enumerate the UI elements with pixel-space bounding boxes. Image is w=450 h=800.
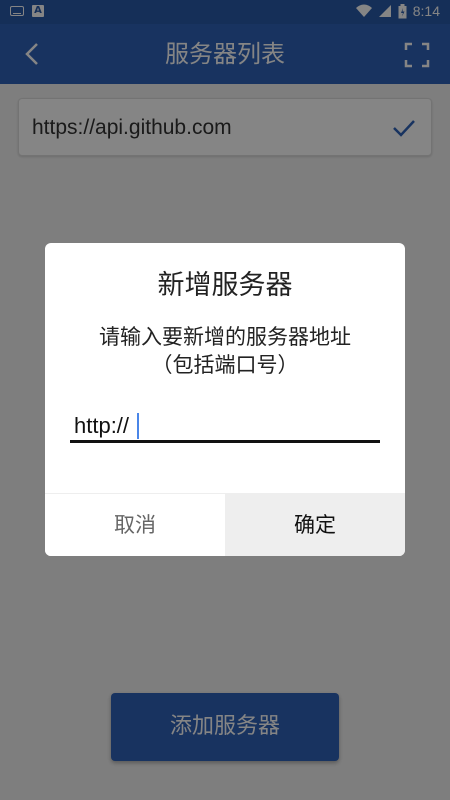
cancel-button[interactable]: 取消 bbox=[45, 494, 225, 556]
server-address-input[interactable] bbox=[70, 411, 380, 443]
add-server-dialog: 新增服务器 请输入要新增的服务器地址 （包括端口号） 取消 确定 bbox=[45, 243, 405, 556]
confirm-button[interactable]: 确定 bbox=[225, 494, 405, 556]
text-caret bbox=[137, 413, 139, 439]
dialog-title: 新增服务器 bbox=[157, 270, 293, 301]
dialog-message-line1: 请输入要新增的服务器地址 bbox=[99, 325, 351, 349]
dialog-message-line2: （包括端口号） bbox=[151, 353, 299, 377]
dialog-message: 请输入要新增的服务器地址 （包括端口号） bbox=[65, 323, 385, 379]
